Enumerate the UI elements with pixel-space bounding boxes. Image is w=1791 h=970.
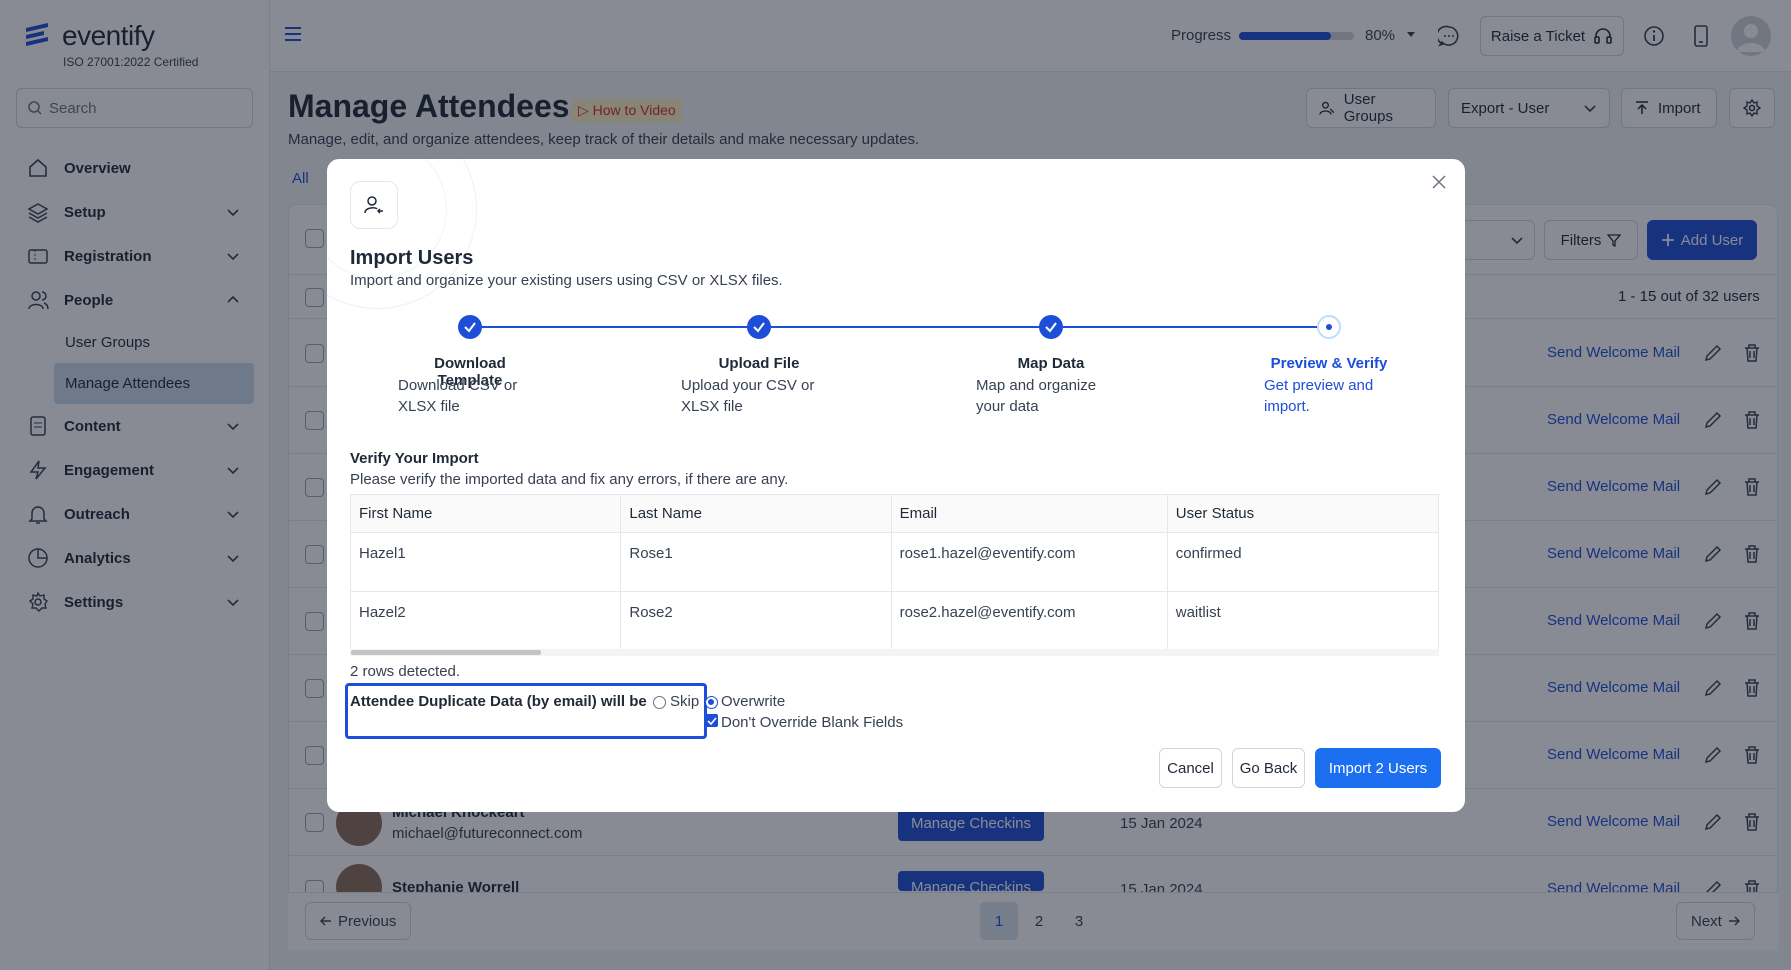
- column-header-user-status: User Status: [1166, 494, 1440, 533]
- step-2-complete-icon: [747, 315, 771, 339]
- cancel-button[interactable]: Cancel: [1159, 748, 1222, 788]
- modal-title: Import Users: [350, 247, 474, 269]
- table-cell[interactable]: Rose2: [620, 591, 892, 651]
- step-4-current-icon: [1317, 315, 1341, 339]
- scrollbar-thumb[interactable]: [351, 650, 541, 655]
- column-header-email: Email: [890, 494, 1168, 533]
- step-3-complete-icon: [1039, 315, 1063, 339]
- import-users-button[interactable]: Import 2 Users: [1315, 748, 1441, 788]
- step-4-title: Preview & Verify: [1270, 355, 1388, 372]
- duplicate-data-label: Attendee Duplicate Data (by email) will …: [350, 693, 647, 710]
- table-cell[interactable]: rose1.hazel@eventify.com: [890, 532, 1168, 592]
- verify-title: Verify Your Import: [350, 450, 479, 467]
- import-preview-table: First Name Last Name Email User Status H…: [349, 494, 1440, 651]
- step-2-desc-line: XLSX file: [681, 398, 743, 415]
- duplicate-focus-outline: [345, 683, 707, 739]
- step-2-title: Upload File: [718, 355, 800, 372]
- table-cell[interactable]: Rose1: [620, 532, 892, 592]
- step-4-desc-line: Get preview and: [1264, 377, 1374, 394]
- step-1-complete-icon: [458, 315, 482, 339]
- user-import-icon: [364, 196, 383, 214]
- overwrite-radio[interactable]: [705, 696, 718, 709]
- column-header-first-name: First Name: [349, 494, 622, 533]
- step-3-desc-line: Map and organize: [976, 377, 1097, 394]
- table-cell[interactable]: confirmed: [1166, 532, 1440, 592]
- step-3-desc: Map and organize your data: [976, 375, 1096, 417]
- table-cell[interactable]: waitlist: [1166, 591, 1440, 651]
- step-4-desc-line: import.: [1264, 398, 1310, 415]
- import-users-modal: Import Users Import and organize your ex…: [327, 159, 1465, 812]
- step-3-desc-line: your data: [976, 398, 1039, 415]
- step-1-desc: Download CSV or XLSX file: [398, 375, 517, 417]
- verify-subtitle: Please verify the imported data and fix …: [350, 471, 789, 488]
- step-3-title: Map Data: [1017, 355, 1085, 372]
- skip-label: Skip: [670, 693, 700, 710]
- go-back-button[interactable]: Go Back: [1232, 748, 1305, 788]
- table-row: Hazel1 Rose1 rose1.hazel@eventify.com co…: [349, 532, 1440, 592]
- dont-override-blank-label: Don't Override Blank Fields: [721, 714, 904, 731]
- checkmark-icon: [706, 716, 717, 725]
- modal-header-icon: [350, 181, 398, 229]
- step-1-desc-line: XLSX file: [398, 398, 460, 415]
- dont-override-blank-checkbox[interactable]: [705, 714, 718, 727]
- step-4-desc: Get preview and import.: [1264, 375, 1373, 417]
- overwrite-label: Overwrite: [721, 693, 786, 710]
- rows-detected-text: 2 rows detected.: [350, 663, 461, 680]
- step-1-desc-line: Download CSV or: [398, 377, 518, 394]
- skip-radio[interactable]: [653, 696, 666, 709]
- stepper-line: [470, 326, 1334, 328]
- table-cell[interactable]: rose2.hazel@eventify.com: [890, 591, 1168, 651]
- table-row: Hazel2 Rose2 rose2.hazel@eventify.com wa…: [349, 591, 1440, 651]
- modal-subtitle: Import and organize your existing users …: [350, 272, 783, 289]
- close-icon[interactable]: [1431, 174, 1447, 190]
- step-2-desc: Upload your CSV or XLSX file: [681, 375, 814, 417]
- column-header-last-name: Last Name: [620, 494, 892, 533]
- step-2-desc-line: Upload your CSV or: [681, 377, 815, 394]
- table-cell[interactable]: Hazel1: [349, 532, 622, 592]
- table-cell[interactable]: Hazel2: [349, 591, 622, 651]
